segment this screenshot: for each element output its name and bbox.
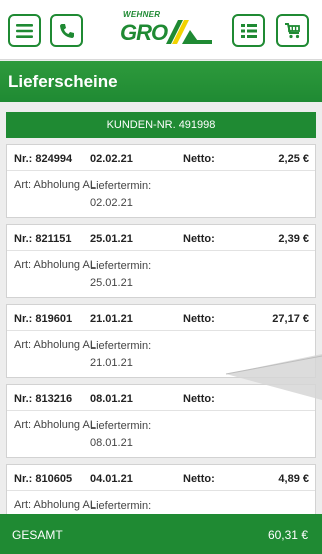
delivery-list: KUNDEN-NR. 491998 Nr.: 824994 02.02.21 Net… <box>0 102 322 514</box>
netto-amount: 2,25 € <box>278 153 309 165</box>
total-amount: 60,31 € <box>267 528 308 542</box>
delivery-date: 08.01.21 <box>90 393 133 405</box>
delivery-type: Art: Abholung AL <box>14 499 96 511</box>
appointment-date: 02.02.21 <box>90 197 133 209</box>
menu-button[interactable] <box>8 14 41 47</box>
delivery-date: 21.01.21 <box>90 313 133 325</box>
netto-label: Netto: <box>183 313 215 325</box>
appointment-label: Liefertermin: <box>90 340 152 352</box>
delivery-detail-row: Art: Abholung AL Liefertermin: 25.01.21 <box>7 251 315 297</box>
menu-icon <box>16 23 33 38</box>
list-button[interactable] <box>232 14 265 47</box>
delivery-card[interactable]: Nr.: 824994 02.02.21 Netto: 2,25 € Art: Abho… <box>6 144 316 218</box>
delivery-card[interactable]: Nr.: 813216 08.01.21 Netto: Art: Abholung A… <box>6 384 316 458</box>
cart-button[interactable] <box>276 14 309 47</box>
delivery-detail-row: Art: Abholung AL Liefertermin: 02.02.21 <box>7 171 315 217</box>
delivery-number: Nr.: 810605 <box>14 473 73 485</box>
delivery-type: Art: Abholung AL <box>14 339 96 351</box>
delivery-summary-row: Nr.: 819601 21.01.21 Netto: 27,17 € <box>7 305 315 331</box>
appointment-date: 21.01.21 <box>90 357 133 369</box>
netto-amount: 4,89 € <box>278 473 309 485</box>
delivery-detail-row: Art: Abholung AL Liefertermin: 21.01.21 <box>7 331 315 377</box>
delivery-appointment: Liefertermin: 21.01.21 <box>90 338 151 372</box>
delivery-summary-row: Nr.: 813216 08.01.21 Netto: <box>7 385 315 411</box>
customer-number-bar: KUNDEN-NR. 491998 <box>6 112 316 138</box>
page-header: Lieferscheine <box>0 61 322 102</box>
delivery-summary-row: Nr.: 810605 04.01.21 Netto: 4,89 € <box>7 465 315 491</box>
logo-top-text: WEHNER <box>123 10 161 19</box>
total-bar: GESAMT 60,31 € <box>0 514 322 554</box>
cart-icon <box>285 23 300 39</box>
delivery-card[interactable]: Nr.: 821151 25.01.21 Netto: 2,39 € Art: Abho… <box>6 224 316 298</box>
delivery-number: Nr.: 819601 <box>14 313 73 325</box>
delivery-number: Nr.: 821151 <box>14 233 72 245</box>
delivery-date: 04.01.21 <box>90 473 133 485</box>
delivery-detail-row: Art: Abholung AL Liefertermin: 08.01.21 <box>7 411 315 457</box>
netto-label: Netto: <box>183 233 215 245</box>
netto-label: Netto: <box>183 473 215 485</box>
appointment-label: Liefertermin: <box>90 180 152 192</box>
logo: WEHNER GRO <box>120 10 216 50</box>
delivery-card[interactable]: Nr.: 810605 04.01.21 Netto: 4,89 € Art: Abho… <box>6 464 316 514</box>
appointment-date: 25.01.21 <box>90 277 133 289</box>
delivery-summary-row: Nr.: 821151 25.01.21 Netto: 2,39 € <box>7 225 315 251</box>
appointment-date: 08.01.21 <box>90 437 133 449</box>
netto-label: Netto: <box>183 153 215 165</box>
netto-amount: 2,39 € <box>278 233 309 245</box>
list-icon <box>240 23 257 38</box>
delivery-card[interactable]: Nr.: 819601 21.01.21 Netto: 27,17 € Art: Abh… <box>6 304 316 378</box>
total-label: GESAMT <box>12 528 63 542</box>
delivery-appointment: Liefertermin: <box>90 498 151 514</box>
netto-amount: 27,17 € <box>272 313 309 325</box>
netto-label: Netto: <box>183 393 215 405</box>
delivery-type: Art: Abholung AL <box>14 179 96 191</box>
delivery-detail-row: Art: Abholung AL Liefertermin: <box>7 491 315 514</box>
phone-icon <box>59 23 74 38</box>
appointment-label: Liefertermin: <box>90 500 152 512</box>
phone-button[interactable] <box>50 14 83 47</box>
delivery-appointment: Liefertermin: 08.01.21 <box>90 418 151 452</box>
delivery-date: 25.01.21 <box>90 233 133 245</box>
delivery-number: Nr.: 824994 <box>14 153 73 165</box>
delivery-type: Art: Abholung AL <box>14 419 96 431</box>
delivery-summary-row: Nr.: 824994 02.02.21 Netto: 2,25 € <box>7 145 315 171</box>
logo-mark <box>166 20 212 44</box>
delivery-number: Nr.: 813216 <box>14 393 73 405</box>
page-title: Lieferscheine <box>8 72 118 91</box>
appointment-label: Liefertermin: <box>90 420 152 432</box>
appointment-label: Liefertermin: <box>90 260 152 272</box>
top-toolbar: WEHNER GRO <box>0 0 322 60</box>
delivery-appointment: Liefertermin: 02.02.21 <box>90 178 151 212</box>
delivery-type: Art: Abholung AL <box>14 259 96 271</box>
delivery-date: 02.02.21 <box>90 153 133 165</box>
delivery-appointment: Liefertermin: 25.01.21 <box>90 258 151 292</box>
